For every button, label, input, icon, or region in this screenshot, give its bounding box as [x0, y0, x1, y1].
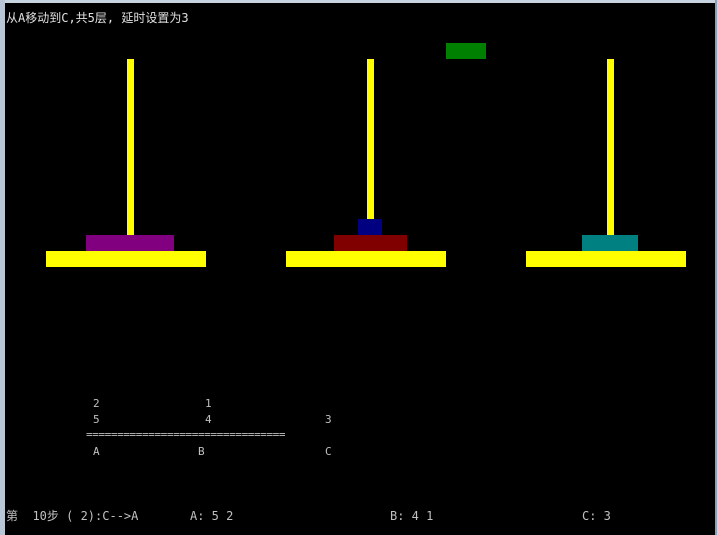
tower-c-status: C: 3: [582, 509, 611, 523]
stack-b-row2: 4: [205, 413, 212, 426]
base-b: [286, 251, 446, 267]
window-left-edge: [0, 0, 5, 535]
rod-c: [607, 59, 614, 237]
tower-c-disk-3: [582, 235, 638, 251]
tower-a-disk-5: [86, 235, 174, 251]
rod-b: [367, 59, 374, 237]
base-a: [46, 251, 206, 267]
stack-c-row2: 3: [325, 413, 332, 426]
stack-label-b: B: [198, 445, 205, 458]
base-c: [526, 251, 686, 267]
stack-b-row1: 1: [205, 397, 212, 410]
stack-a-row1: 2: [93, 397, 100, 410]
tower-b-status: B: 4 1: [390, 509, 434, 523]
stack-label-a: A: [93, 445, 100, 458]
tower-b-disk-1: [358, 219, 382, 235]
step-status: 第 10步 ( 2):C-->A: [6, 509, 139, 523]
rod-a: [127, 59, 134, 237]
tower-b-disk-4: [334, 235, 407, 251]
moving-disk: [446, 43, 486, 59]
stack-a-row2: 5: [93, 413, 100, 426]
stack-separator: ================================: [86, 428, 286, 441]
tower-a-status: A: 5 2: [190, 509, 234, 523]
window-top-edge: [0, 0, 717, 3]
stack-label-c: C: [325, 445, 332, 458]
game-title: 从A移动到C,共5层, 延时设置为3: [6, 11, 189, 25]
